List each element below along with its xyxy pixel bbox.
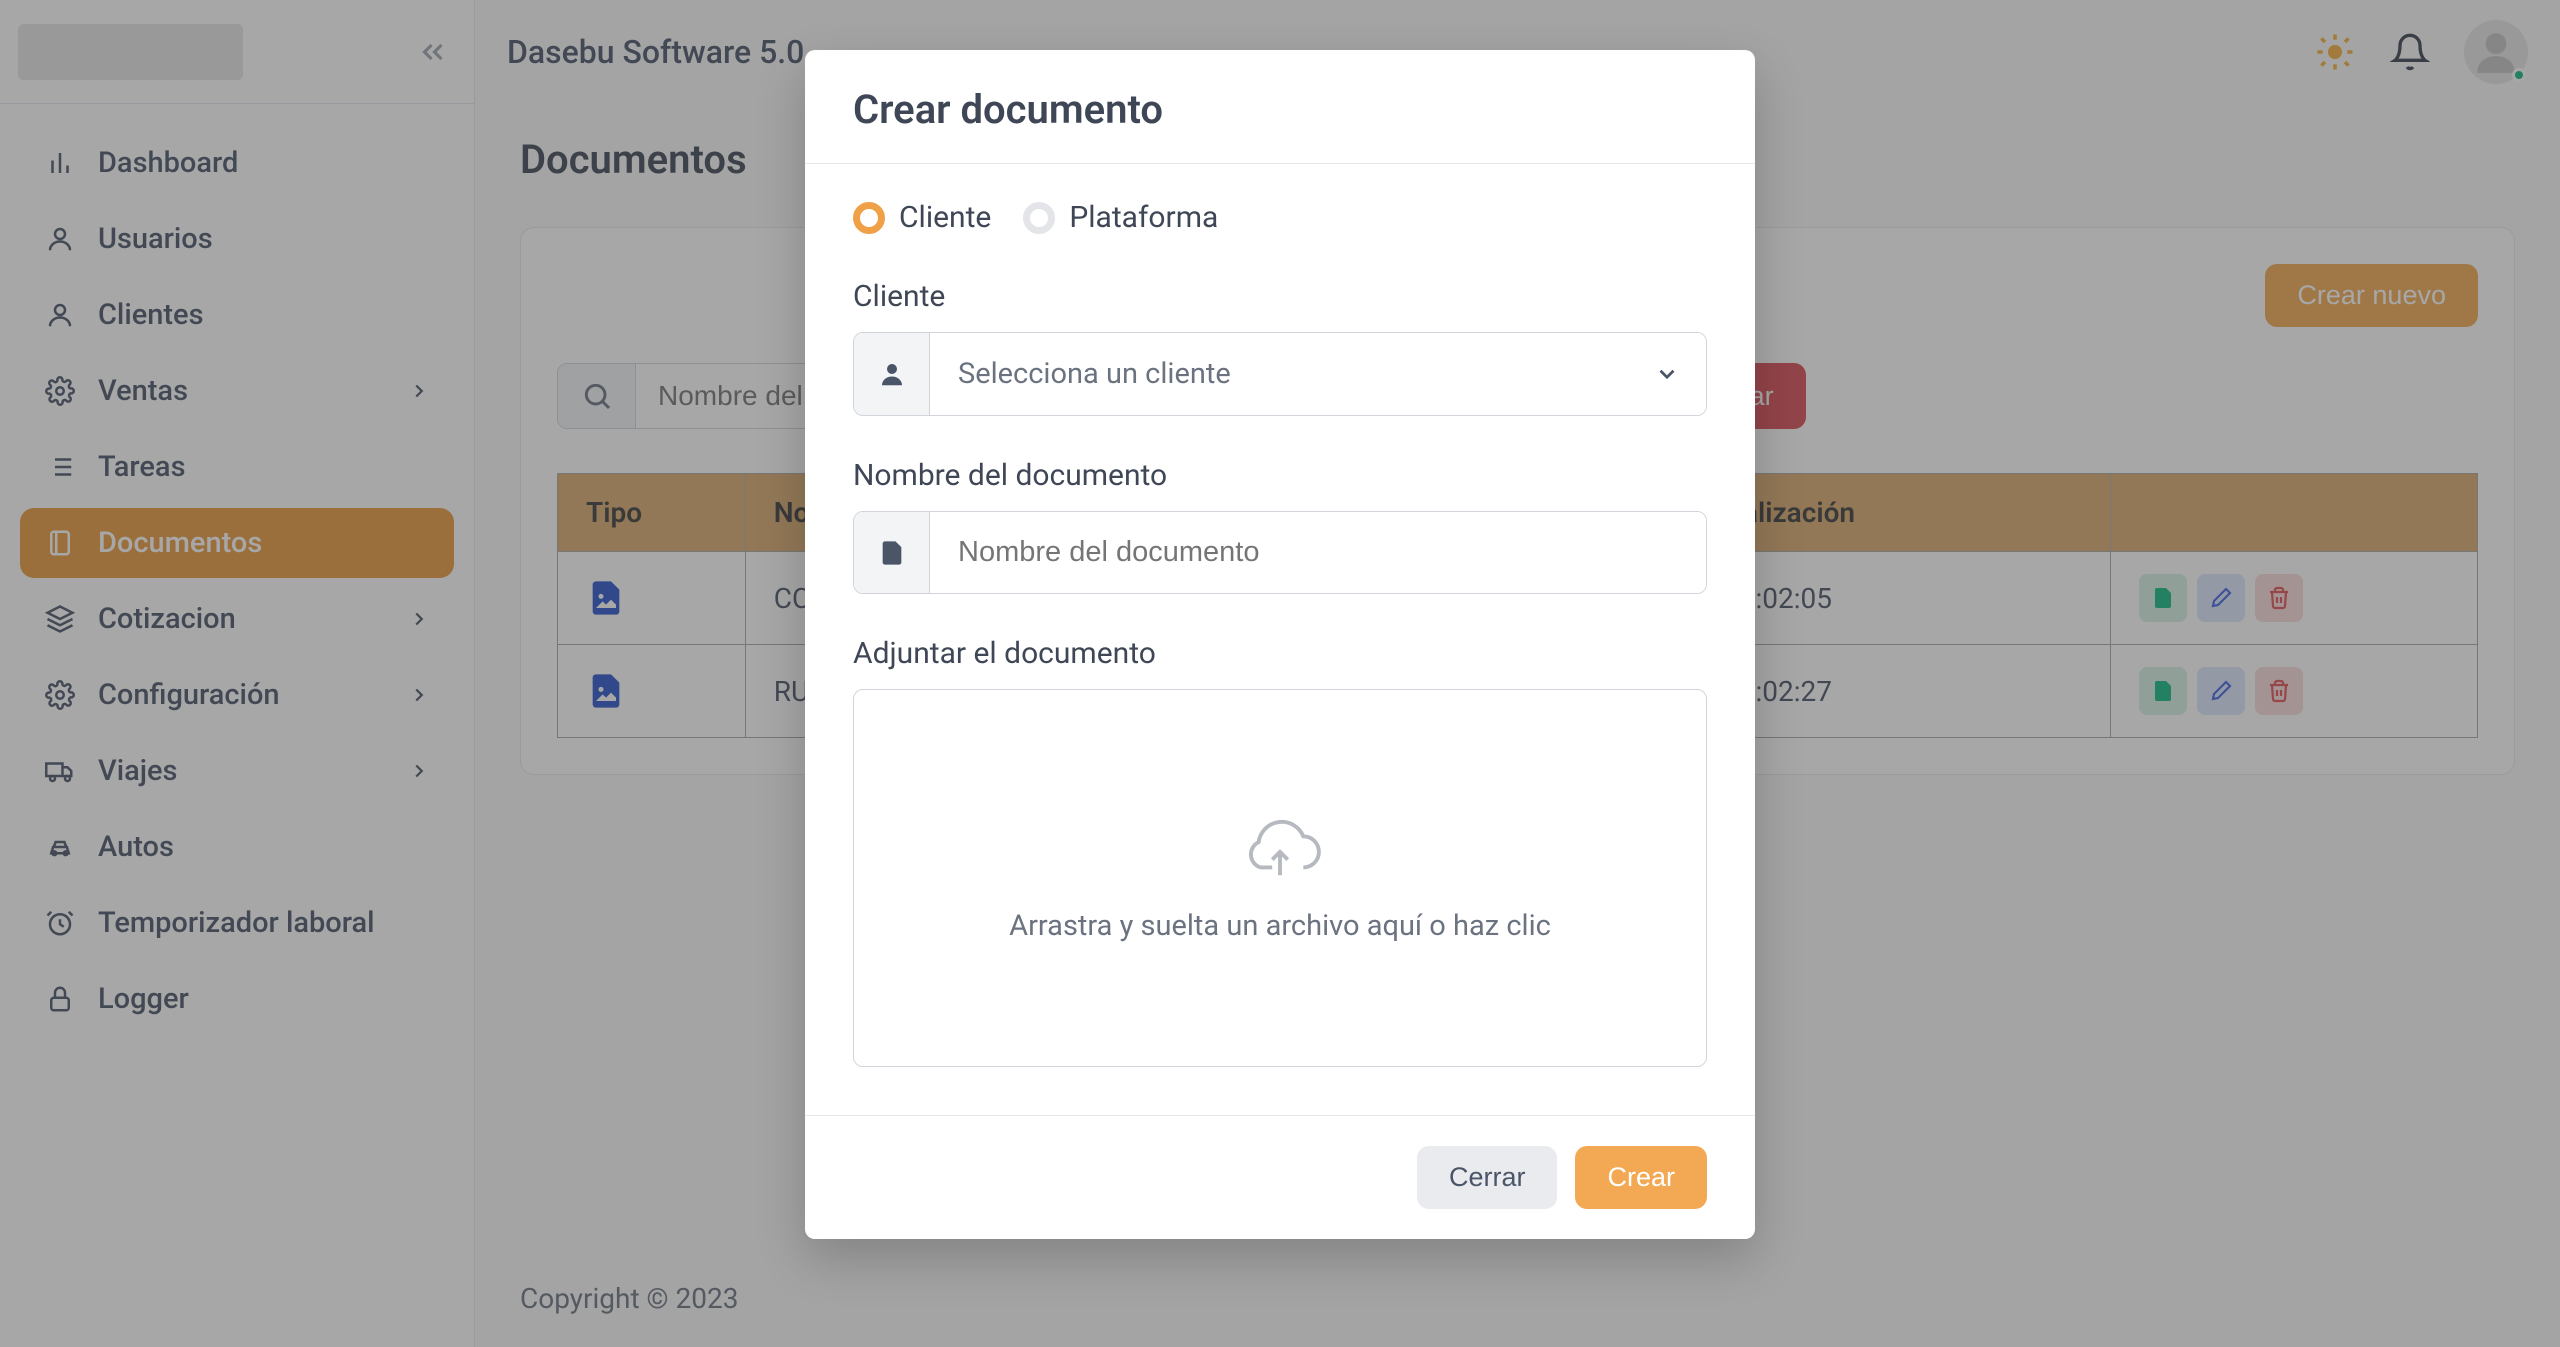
name-label: Nombre del documento — [853, 458, 1707, 493]
create-button[interactable]: Crear — [1575, 1146, 1707, 1209]
modal-overlay[interactable]: Crear documento Cliente Plataforma Clien… — [0, 0, 2560, 1347]
close-button[interactable]: Cerrar — [1417, 1146, 1558, 1209]
type-radio-group: Cliente Plataforma — [853, 200, 1707, 235]
radio-circle-icon — [1023, 202, 1055, 234]
client-label: Cliente — [853, 279, 1707, 314]
cloud-upload-icon — [1232, 813, 1328, 883]
client-select-group: Selecciona un cliente — [853, 332, 1707, 416]
attach-label: Adjuntar el documento — [853, 636, 1707, 671]
radio-plataforma[interactable]: Plataforma — [1023, 200, 1218, 235]
file-icon — [854, 512, 930, 593]
file-dropzone[interactable]: Arrastra y suelta un archivo aquí o haz … — [853, 689, 1707, 1067]
radio-cliente-label: Cliente — [899, 200, 991, 235]
dropzone-text: Arrastra y suelta un archivo aquí o haz … — [1009, 909, 1551, 943]
modal-title: Crear documento — [853, 86, 1707, 133]
radio-plataforma-label: Plataforma — [1069, 200, 1218, 235]
radio-circle-checked-icon — [853, 202, 885, 234]
name-input-group — [853, 511, 1707, 594]
document-name-input[interactable] — [930, 512, 1706, 593]
user-icon — [854, 333, 930, 415]
radio-cliente[interactable]: Cliente — [853, 200, 991, 235]
client-select[interactable]: Selecciona un cliente — [930, 333, 1706, 415]
create-document-modal: Crear documento Cliente Plataforma Clien… — [805, 50, 1755, 1239]
